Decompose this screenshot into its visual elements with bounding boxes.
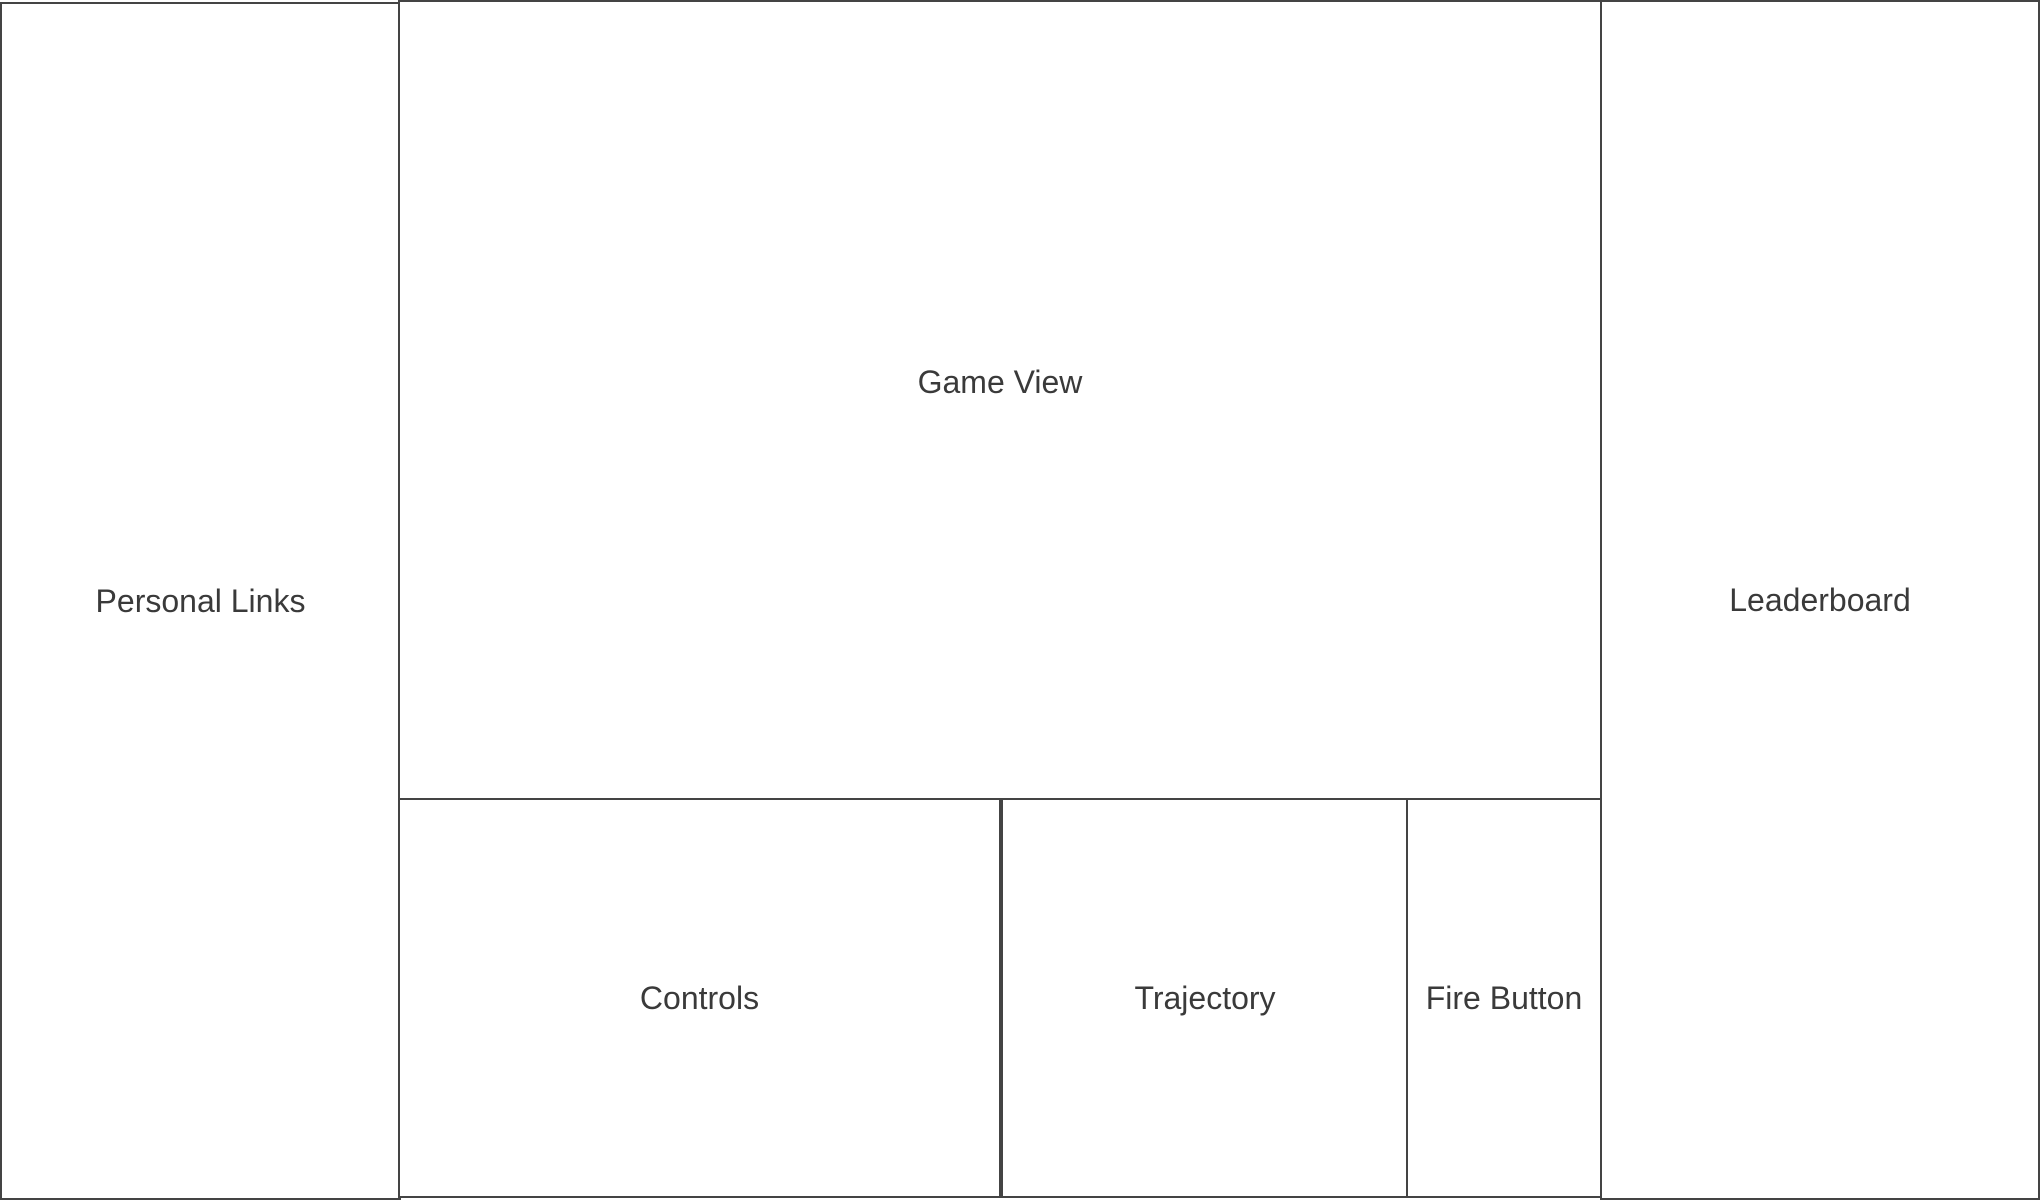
fire-button-label: Fire Button: [1425, 979, 1583, 1016]
fire-button[interactable]: Fire Button: [1406, 798, 1602, 1198]
controls-panel[interactable]: Controls: [398, 798, 1001, 1198]
game-view-label: Game View: [917, 364, 1083, 400]
personal-links-label: Personal Links: [95, 582, 306, 619]
game-view-panel[interactable]: Game View: [398, 0, 1602, 801]
leaderboard-panel: Leaderboard: [1600, 0, 2040, 1200]
leaderboard-label: Leaderboard: [1729, 581, 1911, 618]
personal-links-panel: Personal Links: [0, 2, 401, 1200]
trajectory-label: Trajectory: [1134, 979, 1276, 1016]
controls-label: Controls: [639, 979, 760, 1016]
trajectory-panel: Trajectory: [999, 798, 1409, 1198]
